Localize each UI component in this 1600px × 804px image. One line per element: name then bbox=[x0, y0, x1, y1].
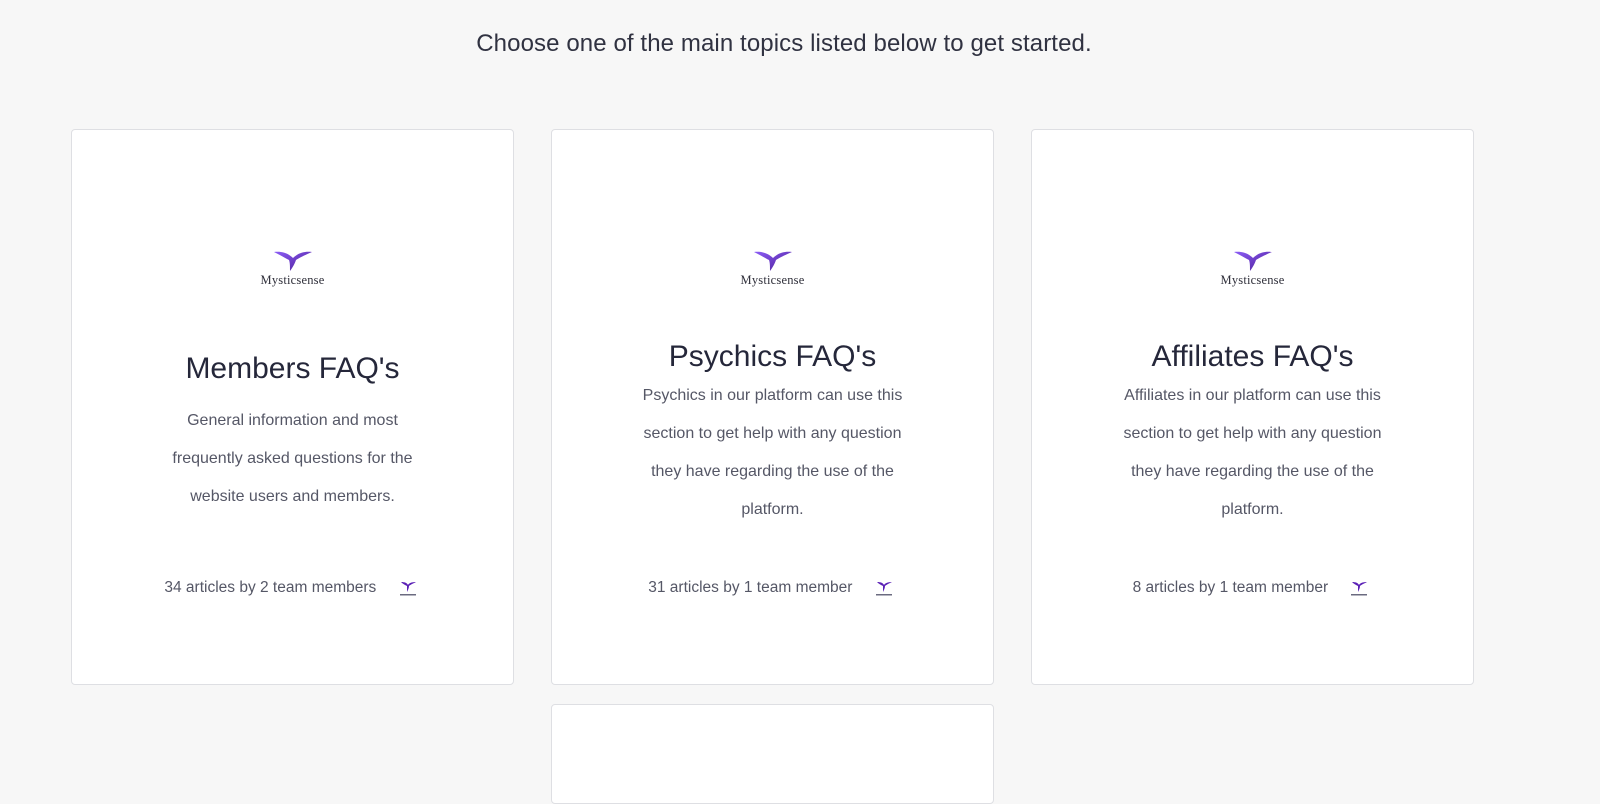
article-count: 34 articles by 2 team members bbox=[164, 579, 377, 596]
collection-description: General information and most frequently … bbox=[172, 412, 413, 505]
collection-title: Members FAQ's bbox=[185, 352, 400, 385]
article-count: 31 articles by 1 team member bbox=[648, 579, 853, 596]
brand-logo: Mysticsense bbox=[72, 248, 513, 288]
collection-meta: 8 articles by 1 team member bbox=[1032, 578, 1473, 598]
mysticsense-bird-icon bbox=[1233, 251, 1272, 271]
intro-text: Choose one of the main topics listed bel… bbox=[476, 30, 1092, 57]
brand-logo: Mysticsense bbox=[1032, 248, 1473, 288]
mysticsense-avatar-icon bbox=[1351, 582, 1368, 596]
collection-meta: 31 articles by 1 team member bbox=[552, 578, 993, 598]
collection-card-partial[interactable] bbox=[551, 704, 994, 804]
mysticsense-bird-icon bbox=[273, 251, 312, 271]
brand-name: Mysticsense bbox=[740, 273, 805, 287]
collection-meta: 34 articles by 2 team members bbox=[72, 578, 513, 598]
brand-name: Mysticsense bbox=[1220, 273, 1285, 287]
collection-description: Psychics in our platform can use this se… bbox=[642, 387, 903, 518]
collection-card-affiliates[interactable]: Mysticsense Affiliates FAQ's Affiliates … bbox=[1031, 129, 1474, 685]
mysticsense-bird-icon bbox=[753, 251, 792, 271]
collection-title: Affiliates FAQ's bbox=[1151, 340, 1354, 373]
brand-logo: Mysticsense bbox=[552, 248, 993, 288]
mysticsense-avatar-icon bbox=[875, 582, 892, 596]
collection-title: Psychics FAQ's bbox=[668, 340, 877, 373]
brand-name: Mysticsense bbox=[260, 273, 325, 287]
collection-description: Affiliates in our platform can use this … bbox=[1123, 387, 1382, 518]
article-count: 8 articles by 1 team member bbox=[1132, 579, 1329, 596]
mysticsense-avatar-icon bbox=[399, 582, 416, 596]
collection-card-psychics[interactable]: Mysticsense Psychics FAQ's Psychics in o… bbox=[551, 129, 994, 685]
collection-card-members[interactable]: Mysticsense Members FAQ's General inform… bbox=[71, 129, 514, 685]
